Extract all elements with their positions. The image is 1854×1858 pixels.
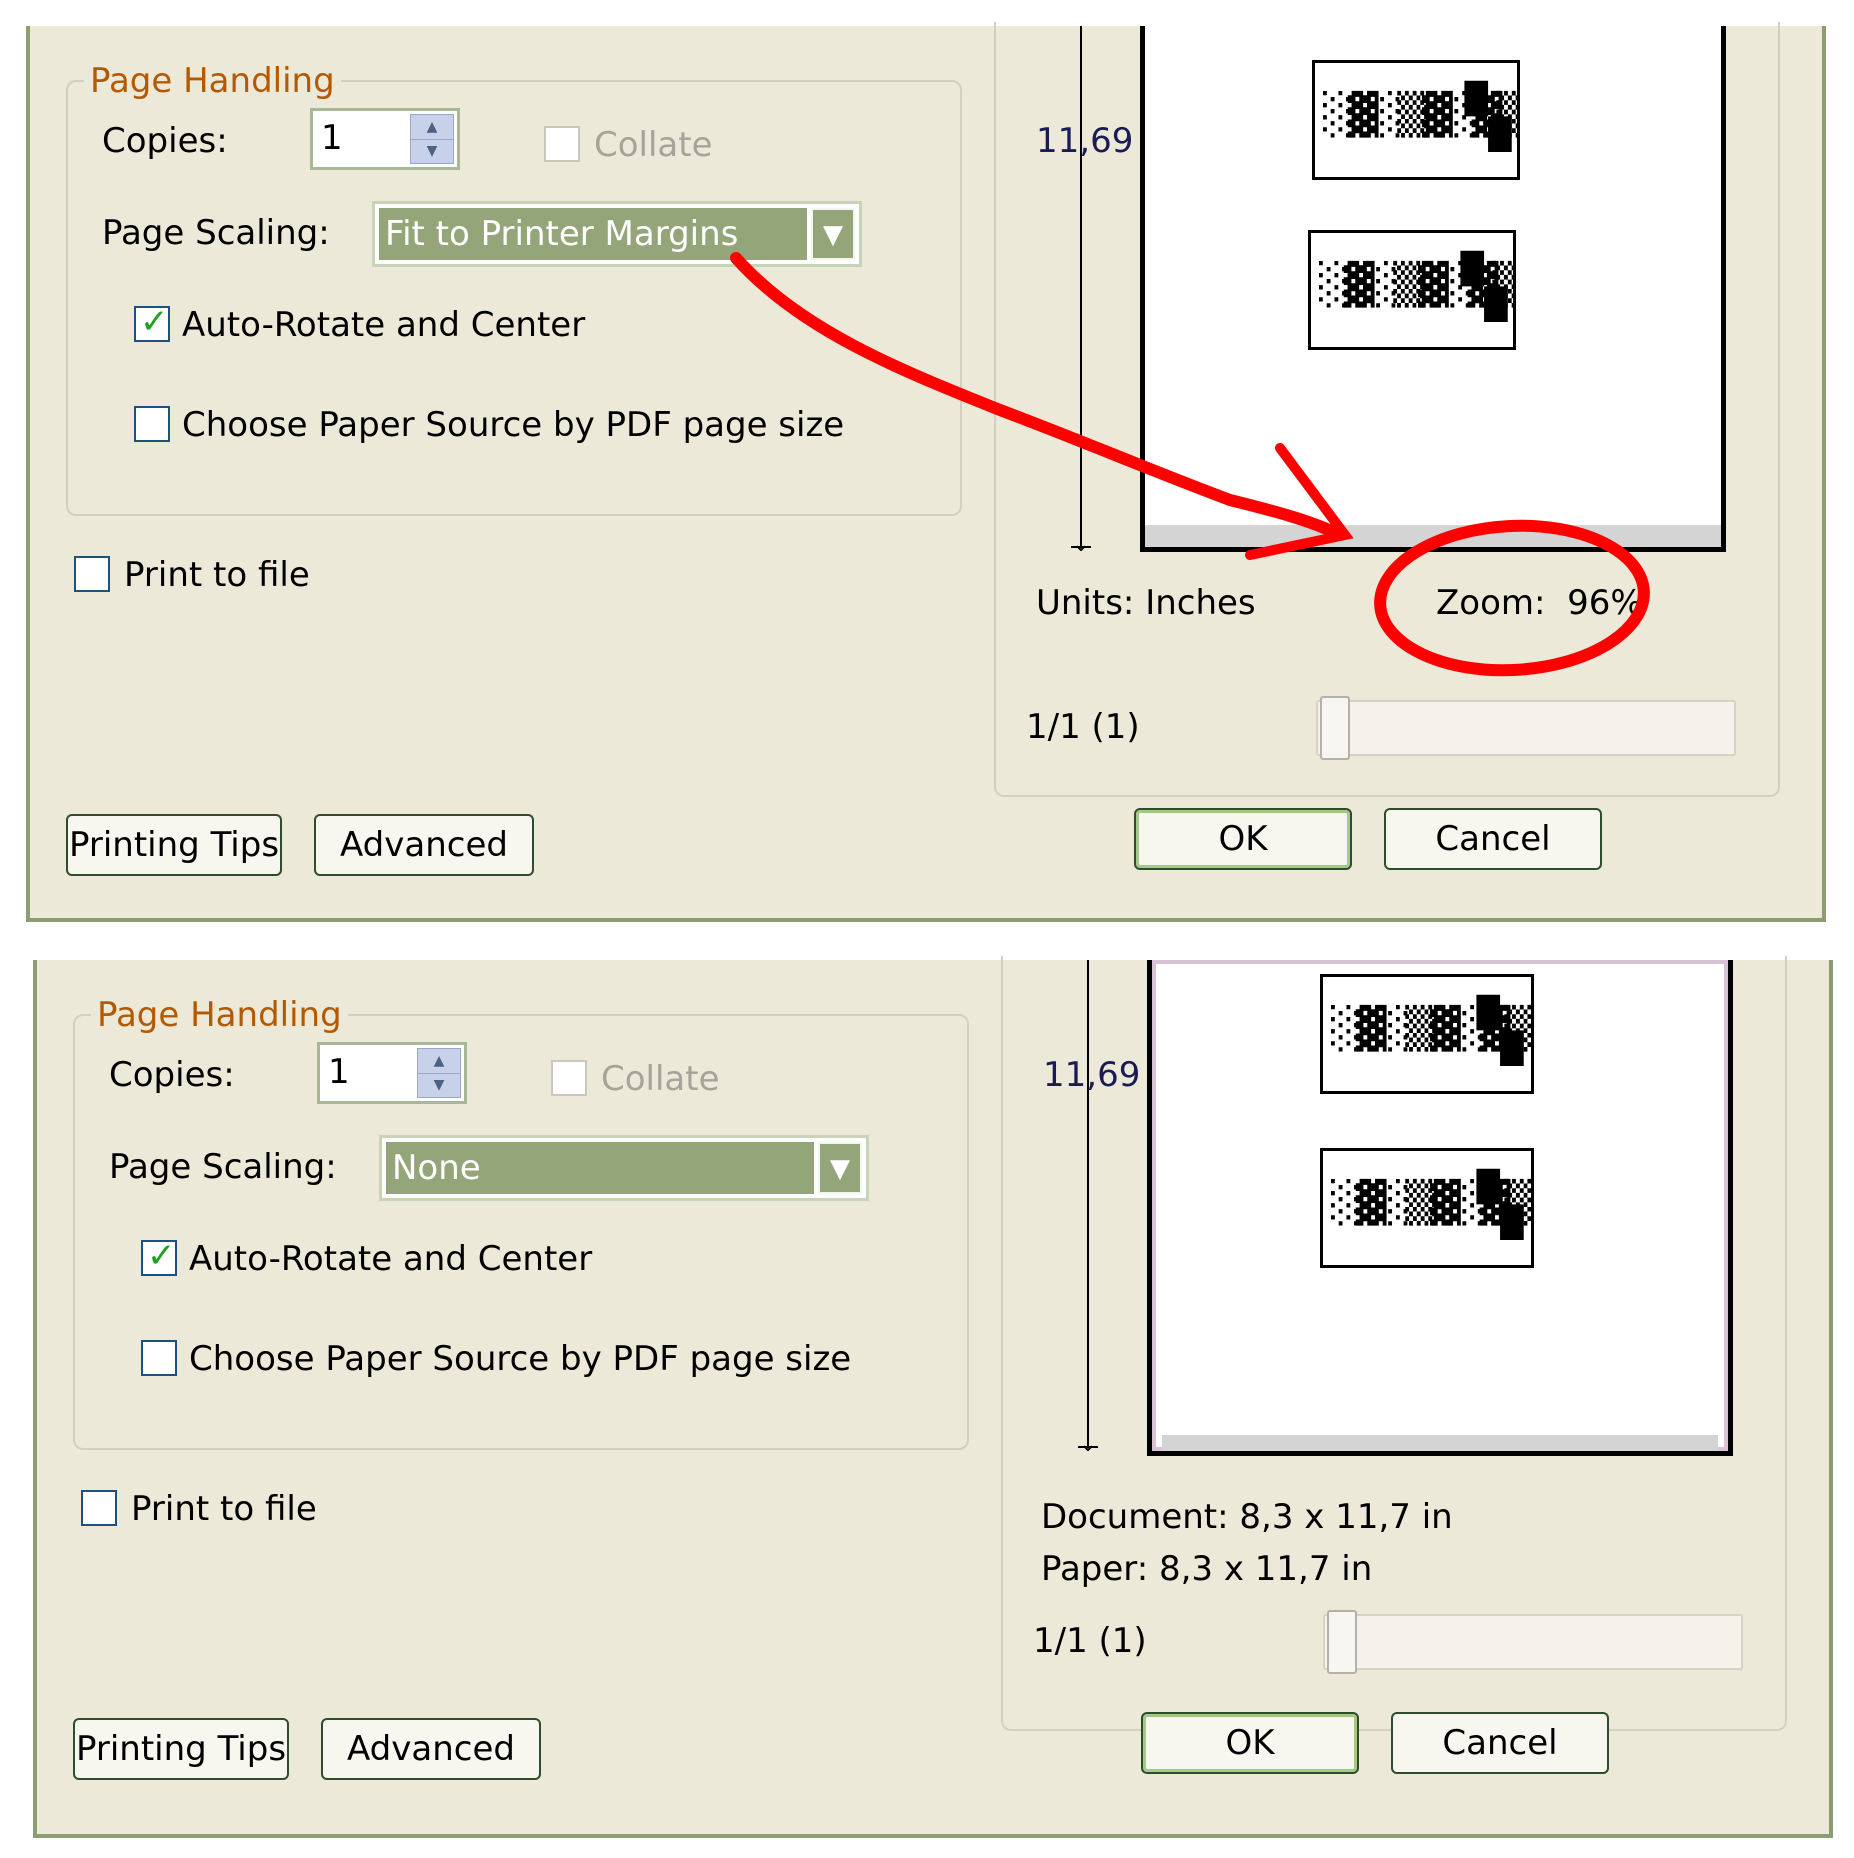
- cancel-button[interactable]: Cancel: [1384, 808, 1602, 870]
- page-scaling-select[interactable]: None ▼: [379, 1135, 869, 1201]
- spin-down-icon[interactable]: ▼: [418, 1073, 460, 1097]
- page-preview: ▚ ░▓░▒▓░▓▒ ▚ ░▓░▒▓░▓▒: [1140, 26, 1726, 552]
- copies-value: 1: [328, 1052, 350, 1092]
- page-preview: ▚ ░▓░▒▓░▓▒ ▚ ░▓░▒▓░▓▒: [1147, 960, 1733, 1456]
- ruler-end: [1078, 1446, 1098, 1448]
- print-dialog-panel-no-scaling: Page Handling Copies: 1 ▲ ▼ Collate Page…: [33, 956, 1833, 1838]
- ruler-arrow-icon: ⌄: [1078, 1432, 1098, 1457]
- pcb-trace-icon: ░▓░▒▓░▓▒: [1319, 262, 1516, 308]
- advanced-button[interactable]: Advanced: [314, 814, 534, 876]
- printing-tips-button[interactable]: Printing Tips: [73, 1718, 289, 1780]
- page-slider[interactable]: [1316, 696, 1736, 760]
- pcb-thumbnail: ▚ ░▓░▒▓░▓▒: [1308, 230, 1516, 350]
- pcb-thumbnail: ▚ ░▓░▒▓░▓▒: [1312, 60, 1520, 180]
- page-handling-title: Page Handling: [91, 994, 348, 1036]
- paper-source-checkbox[interactable]: [134, 406, 170, 442]
- page-shadow: [1162, 1435, 1718, 1451]
- spin-down-icon[interactable]: ▼: [411, 139, 453, 163]
- copies-label: Copies:: [102, 121, 228, 161]
- pcb-trace-icon: ░▓░▒▓░▓▒: [1323, 92, 1520, 138]
- paper-source-label: Choose Paper Source by PDF page size: [182, 405, 845, 445]
- print-to-file-checkbox[interactable]: [74, 556, 110, 592]
- print-dialog-panel-fit-to-margins: Page Handling Copies: 1 ▲ ▼ Collate Page…: [26, 22, 1826, 922]
- paper-source-label: Choose Paper Source by PDF page size: [189, 1339, 852, 1379]
- pcb-thumbnail: ▚ ░▓░▒▓░▓▒: [1320, 1148, 1534, 1268]
- page-handling-title: Page Handling: [84, 60, 341, 102]
- auto-rotate-label: Auto-Rotate and Center: [189, 1239, 593, 1279]
- auto-rotate-label: Auto-Rotate and Center: [182, 305, 586, 345]
- print-to-file-label: Print to file: [124, 555, 310, 595]
- page-counter: 1/1 (1): [1033, 1621, 1147, 1661]
- slider-thumb[interactable]: [1327, 1610, 1357, 1674]
- check-icon: ✓: [147, 1236, 176, 1276]
- ruler-height-value: 11,69: [1043, 1055, 1141, 1095]
- spin-up-icon[interactable]: ▲: [411, 115, 453, 140]
- page-scaling-value: Fit to Printer Margins: [379, 208, 807, 260]
- chevron-down-icon[interactable]: ▼: [818, 1142, 862, 1194]
- ok-button[interactable]: OK: [1141, 1712, 1359, 1774]
- copies-value: 1: [321, 118, 343, 158]
- ruler-line: [1087, 960, 1089, 1446]
- pcb-trace-icon: ░▓░▒▓░▓▒: [1331, 1180, 1531, 1226]
- auto-rotate-checkbox[interactable]: ✓: [134, 302, 170, 342]
- pcb-thumbnail: ▚ ░▓░▒▓░▓▒: [1320, 974, 1534, 1094]
- page-slider[interactable]: [1323, 1610, 1743, 1674]
- page-counter: 1/1 (1): [1026, 707, 1140, 747]
- page-scaling-select[interactable]: Fit to Printer Margins ▼: [372, 201, 862, 267]
- page-scaling-label: Page Scaling:: [102, 213, 330, 253]
- document-size-label: Document: 8,3 x 11,7 in: [1041, 1497, 1453, 1537]
- printing-tips-button[interactable]: Printing Tips: [66, 814, 282, 876]
- spin-up-icon[interactable]: ▲: [418, 1049, 460, 1074]
- pcb-trace-icon: ░▓░▒▓░▓▒: [1331, 1006, 1531, 1052]
- collate-label: Collate: [601, 1059, 720, 1099]
- chevron-down-icon[interactable]: ▼: [811, 208, 855, 260]
- ruler-line: [1080, 26, 1082, 546]
- page-shadow: [1145, 525, 1721, 547]
- auto-rotate-checkbox[interactable]: ✓: [141, 1236, 177, 1276]
- spin-arrows-icon[interactable]: ▲ ▼: [417, 1048, 461, 1098]
- ruler-arrow-icon: ⌄: [1071, 532, 1091, 557]
- spin-arrows-icon[interactable]: ▲ ▼: [410, 114, 454, 164]
- slider-thumb[interactable]: [1320, 696, 1350, 760]
- ruler-end: [1071, 546, 1091, 548]
- paper-size-label: Paper: 8,3 x 11,7 in: [1041, 1549, 1373, 1589]
- cancel-button[interactable]: Cancel: [1391, 1712, 1609, 1774]
- check-icon: ✓: [140, 302, 169, 342]
- page-scaling-value: None: [386, 1142, 814, 1194]
- collate-checkbox: [544, 126, 580, 162]
- collate-label: Collate: [594, 125, 713, 165]
- copies-stepper[interactable]: 1 ▲ ▼: [317, 1042, 467, 1104]
- copies-stepper[interactable]: 1 ▲ ▼: [310, 108, 460, 170]
- paper-source-checkbox[interactable]: [141, 1340, 177, 1376]
- ruler-height-value: 11,69: [1036, 121, 1134, 161]
- units-label: Units: Inches: [1036, 583, 1256, 623]
- page-scaling-label: Page Scaling:: [109, 1147, 337, 1187]
- collate-checkbox: [551, 1060, 587, 1096]
- copies-label: Copies:: [109, 1055, 235, 1095]
- zoom-label: Zoom: 96%: [1436, 583, 1643, 623]
- print-to-file-checkbox[interactable]: [81, 1490, 117, 1526]
- ok-button[interactable]: OK: [1134, 808, 1352, 870]
- advanced-button[interactable]: Advanced: [321, 1718, 541, 1780]
- print-to-file-label: Print to file: [131, 1489, 317, 1529]
